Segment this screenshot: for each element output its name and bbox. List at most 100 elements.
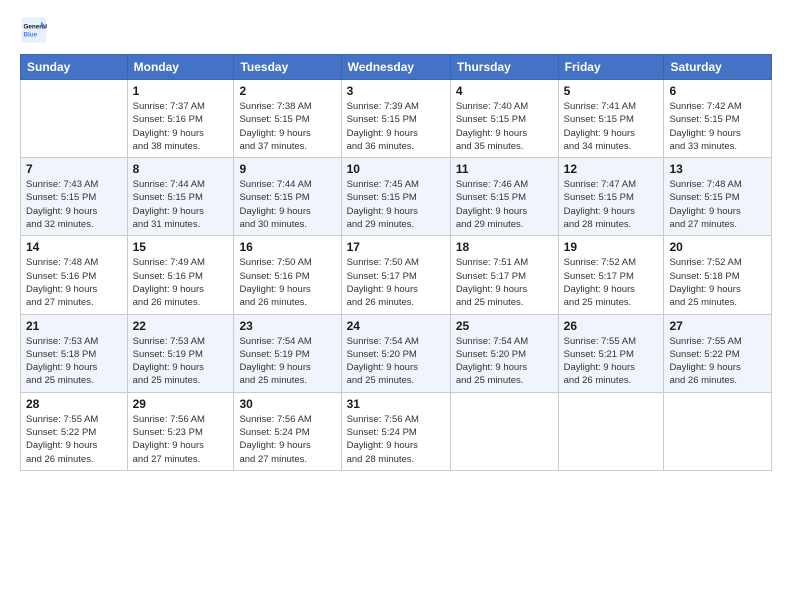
header: General Blue: [20, 16, 772, 44]
day-info: Sunrise: 7:55 AM Sunset: 5:22 PM Dayligh…: [26, 413, 122, 466]
day-number: 5: [564, 84, 659, 98]
day-info: Sunrise: 7:52 AM Sunset: 5:17 PM Dayligh…: [564, 256, 659, 309]
calendar-cell: [664, 392, 772, 470]
day-info: Sunrise: 7:56 AM Sunset: 5:23 PM Dayligh…: [133, 413, 229, 466]
calendar-cell: 15 Sunrise: 7:49 AM Sunset: 5:16 PM Dayli…: [127, 236, 234, 314]
calendar-table: SundayMondayTuesdayWednesdayThursdayFrid…: [20, 54, 772, 471]
calendar-cell: 28 Sunrise: 7:55 AM Sunset: 5:22 PM Dayli…: [21, 392, 128, 470]
calendar-cell: 24Sunrise: 7:54 AM Sunset: 5:20 PM Dayli…: [341, 314, 450, 392]
calendar-cell: 19 Sunrise: 7:52 AM Sunset: 5:17 PM Dayli…: [558, 236, 664, 314]
calendar-cell: 10 Sunrise: 7:45 AM Sunset: 5:15 PM Dayli…: [341, 158, 450, 236]
day-info: Sunrise: 7:50 AM Sunset: 5:17 PM Dayligh…: [347, 256, 445, 309]
calendar-cell: [21, 80, 128, 158]
day-info: Sunrise: 7:40 AM Sunset: 5:15 PM Dayligh…: [456, 100, 553, 153]
day-number: 1: [133, 84, 229, 98]
calendar-day-header: Saturday: [664, 55, 772, 80]
day-info: Sunrise: 7:44 AM Sunset: 5:15 PM Dayligh…: [133, 178, 229, 231]
day-info: Sunrise: 7:46 AM Sunset: 5:15 PM Dayligh…: [456, 178, 553, 231]
day-info: Sunrise: 7:39 AM Sunset: 5:15 PM Dayligh…: [347, 100, 445, 153]
day-number: 17: [347, 240, 445, 254]
calendar-cell: 4 Sunrise: 7:40 AM Sunset: 5:15 PM Daylig…: [450, 80, 558, 158]
day-number: 4: [456, 84, 553, 98]
day-number: 6: [669, 84, 766, 98]
day-number: 8: [133, 162, 229, 176]
day-number: 11: [456, 162, 553, 176]
day-number: 30: [239, 397, 335, 411]
calendar-day-header: Monday: [127, 55, 234, 80]
day-info: Sunrise: 7:44 AM Sunset: 5:15 PM Dayligh…: [239, 178, 335, 231]
day-number: 10: [347, 162, 445, 176]
day-info: Sunrise: 7:51 AM Sunset: 5:17 PM Dayligh…: [456, 256, 553, 309]
day-info: Sunrise: 7:56 AM Sunset: 5:24 PM Dayligh…: [239, 413, 335, 466]
day-number: 2: [239, 84, 335, 98]
logo-icon: General Blue: [20, 16, 48, 44]
calendar-cell: 12 Sunrise: 7:47 AM Sunset: 5:15 PM Dayli…: [558, 158, 664, 236]
calendar-cell: 9Sunrise: 7:44 AM Sunset: 5:15 PM Daylig…: [234, 158, 341, 236]
day-info: Sunrise: 7:53 AM Sunset: 5:18 PM Dayligh…: [26, 335, 122, 388]
calendar-week-row: 28 Sunrise: 7:55 AM Sunset: 5:22 PM Dayli…: [21, 392, 772, 470]
day-number: 18: [456, 240, 553, 254]
calendar-cell: 1 Sunrise: 7:37 AM Sunset: 5:16 PM Daylig…: [127, 80, 234, 158]
calendar-cell: 14Sunrise: 7:48 AM Sunset: 5:16 PM Dayli…: [21, 236, 128, 314]
day-number: 23: [239, 319, 335, 333]
day-info: Sunrise: 7:45 AM Sunset: 5:15 PM Dayligh…: [347, 178, 445, 231]
calendar-day-header: Friday: [558, 55, 664, 80]
day-number: 26: [564, 319, 659, 333]
day-number: 19: [564, 240, 659, 254]
calendar-cell: 5 Sunrise: 7:41 AM Sunset: 5:15 PM Daylig…: [558, 80, 664, 158]
page: General Blue SundayMondayTuesdayWednesda…: [0, 0, 792, 612]
day-info: Sunrise: 7:52 AM Sunset: 5:18 PM Dayligh…: [669, 256, 766, 309]
day-info: Sunrise: 7:54 AM Sunset: 5:20 PM Dayligh…: [347, 335, 445, 388]
day-info: Sunrise: 7:48 AM Sunset: 5:16 PM Dayligh…: [26, 256, 122, 309]
calendar-cell: 29Sunrise: 7:56 AM Sunset: 5:23 PM Dayli…: [127, 392, 234, 470]
calendar-cell: 17 Sunrise: 7:50 AM Sunset: 5:17 PM Dayli…: [341, 236, 450, 314]
day-info: Sunrise: 7:41 AM Sunset: 5:15 PM Dayligh…: [564, 100, 659, 153]
calendar-cell: 13Sunrise: 7:48 AM Sunset: 5:15 PM Dayli…: [664, 158, 772, 236]
day-info: Sunrise: 7:55 AM Sunset: 5:21 PM Dayligh…: [564, 335, 659, 388]
day-info: Sunrise: 7:55 AM Sunset: 5:22 PM Dayligh…: [669, 335, 766, 388]
day-number: 21: [26, 319, 122, 333]
calendar-cell: 23 Sunrise: 7:54 AM Sunset: 5:19 PM Dayli…: [234, 314, 341, 392]
day-info: Sunrise: 7:49 AM Sunset: 5:16 PM Dayligh…: [133, 256, 229, 309]
day-number: 31: [347, 397, 445, 411]
calendar-cell: 8 Sunrise: 7:44 AM Sunset: 5:15 PM Daylig…: [127, 158, 234, 236]
day-number: 20: [669, 240, 766, 254]
calendar-cell: 27Sunrise: 7:55 AM Sunset: 5:22 PM Dayli…: [664, 314, 772, 392]
calendar-cell: 3Sunrise: 7:39 AM Sunset: 5:15 PM Daylig…: [341, 80, 450, 158]
day-number: 16: [239, 240, 335, 254]
calendar-week-row: 1 Sunrise: 7:37 AM Sunset: 5:16 PM Daylig…: [21, 80, 772, 158]
calendar-cell: 26 Sunrise: 7:55 AM Sunset: 5:21 PM Dayli…: [558, 314, 664, 392]
day-info: Sunrise: 7:48 AM Sunset: 5:15 PM Dayligh…: [669, 178, 766, 231]
day-info: Sunrise: 7:54 AM Sunset: 5:19 PM Dayligh…: [239, 335, 335, 388]
calendar-week-row: 7 Sunrise: 7:43 AM Sunset: 5:15 PM Daylig…: [21, 158, 772, 236]
day-info: Sunrise: 7:38 AM Sunset: 5:15 PM Dayligh…: [239, 100, 335, 153]
day-info: Sunrise: 7:53 AM Sunset: 5:19 PM Dayligh…: [133, 335, 229, 388]
calendar-cell: 2 Sunrise: 7:38 AM Sunset: 5:15 PM Daylig…: [234, 80, 341, 158]
calendar-cell: 16Sunrise: 7:50 AM Sunset: 5:16 PM Dayli…: [234, 236, 341, 314]
calendar-day-header: Sunday: [21, 55, 128, 80]
day-info: Sunrise: 7:47 AM Sunset: 5:15 PM Dayligh…: [564, 178, 659, 231]
day-info: Sunrise: 7:37 AM Sunset: 5:16 PM Dayligh…: [133, 100, 229, 153]
calendar-week-row: 21 Sunrise: 7:53 AM Sunset: 5:18 PM Dayli…: [21, 314, 772, 392]
day-info: Sunrise: 7:43 AM Sunset: 5:15 PM Dayligh…: [26, 178, 122, 231]
calendar-header-row: SundayMondayTuesdayWednesdayThursdayFrid…: [21, 55, 772, 80]
calendar-cell: [450, 392, 558, 470]
day-number: 15: [133, 240, 229, 254]
calendar-cell: 25Sunrise: 7:54 AM Sunset: 5:20 PM Dayli…: [450, 314, 558, 392]
svg-text:Blue: Blue: [24, 31, 38, 38]
calendar-cell: 30 Sunrise: 7:56 AM Sunset: 5:24 PM Dayli…: [234, 392, 341, 470]
calendar-cell: 22Sunrise: 7:53 AM Sunset: 5:19 PM Dayli…: [127, 314, 234, 392]
calendar-cell: [558, 392, 664, 470]
day-number: 28: [26, 397, 122, 411]
day-info: Sunrise: 7:54 AM Sunset: 5:20 PM Dayligh…: [456, 335, 553, 388]
day-number: 12: [564, 162, 659, 176]
day-number: 7: [26, 162, 122, 176]
calendar-day-header: Wednesday: [341, 55, 450, 80]
calendar-week-row: 14Sunrise: 7:48 AM Sunset: 5:16 PM Dayli…: [21, 236, 772, 314]
calendar-cell: 6Sunrise: 7:42 AM Sunset: 5:15 PM Daylig…: [664, 80, 772, 158]
calendar-day-header: Thursday: [450, 55, 558, 80]
logo: General Blue: [20, 16, 52, 44]
day-info: Sunrise: 7:56 AM Sunset: 5:24 PM Dayligh…: [347, 413, 445, 466]
calendar-cell: 20 Sunrise: 7:52 AM Sunset: 5:18 PM Dayli…: [664, 236, 772, 314]
calendar-day-header: Tuesday: [234, 55, 341, 80]
